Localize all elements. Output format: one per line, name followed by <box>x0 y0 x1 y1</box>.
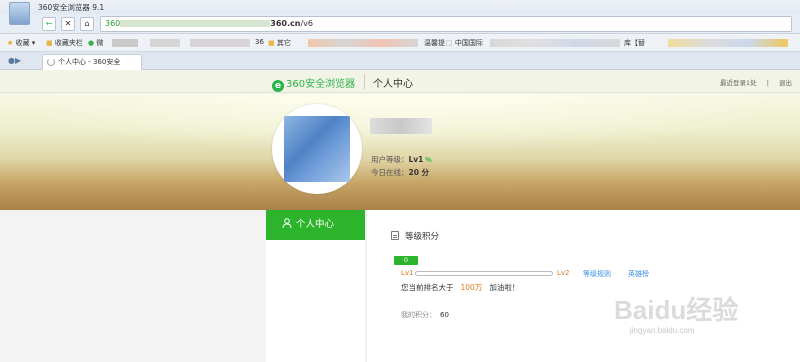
user-level: 用户等级：Lv1 <box>371 154 433 165</box>
header-title: 个人中心 <box>373 79 413 90</box>
header-account-links: 最近登录1处 | 退出 <box>712 77 792 87</box>
leaf-icon <box>425 157 433 162</box>
blurred-bookmark <box>668 39 788 47</box>
tab-nav-icon[interactable]: ●▶ <box>8 56 21 65</box>
tab-label: 个人中心 - 360安全 <box>58 58 121 66</box>
wechat-icon: ● <box>88 39 95 47</box>
home-icon: ⌂ <box>84 19 90 28</box>
site-header: e 360安全浏览器 个人中心 最近登录1处 | 退出 <box>0 70 800 93</box>
blurred-bookmark <box>308 39 418 47</box>
tab-personal-center[interactable]: 个人中心 - 360安全 <box>42 54 142 70</box>
ranking-text: 您当前排名大于 100万 加油啦！ <box>401 283 520 292</box>
section-title: 等级积分 <box>391 230 439 242</box>
bookmark-item[interactable]: □ 中国国际 <box>446 38 483 48</box>
bookmark-favorites[interactable]: ★ 收藏 ▾ <box>7 38 35 48</box>
sidebar-item-personal-center[interactable]: 个人中心 <box>266 210 365 240</box>
home-button[interactable]: ⌂ <box>80 17 94 31</box>
navigation-bar: ← ✕ ⌂ 360 360.cn/v6 <box>0 14 800 34</box>
avatar-image <box>284 116 350 182</box>
360-browser-logo-icon: e <box>272 80 284 92</box>
sidebar-menu: 个人中心 <box>266 210 365 362</box>
level-rules-link[interactable]: 等级规则 <box>583 269 611 279</box>
profile-banner: 用户等级：Lv1 今日在线：20 分 <box>0 94 800 210</box>
avatar[interactable] <box>272 104 362 194</box>
score-badge: 0 <box>394 256 418 265</box>
folder-icon: ■ <box>46 39 53 47</box>
user-icon <box>282 218 292 228</box>
bookmark-folder[interactable]: ■ 其它 <box>268 38 291 48</box>
bookmark-item[interactable]: ● 微 <box>88 38 103 48</box>
window-titlebar: 360安全浏览器 9.1 <box>0 0 800 25</box>
address-prefix: 360 <box>105 19 121 28</box>
blurred-bookmark <box>112 39 138 47</box>
blurred-bookmark <box>490 39 620 47</box>
address-path: /v6 <box>300 19 313 28</box>
current-level: Lv1 <box>401 269 414 277</box>
tab-strip: ●▶ 个人中心 - 360安全 <box>0 52 800 70</box>
stop-button[interactable]: ✕ <box>61 17 75 31</box>
page-content: e 360安全浏览器 个人中心 最近登录1处 | 退出 用户等级：Lv1 今日在线… <box>0 70 800 362</box>
bookmark-item[interactable]: 温馨提 <box>424 38 445 48</box>
blurred-url <box>120 20 271 27</box>
user-name-blurred <box>370 118 432 134</box>
address-host: 360.cn <box>270 19 301 28</box>
star-icon: ★ <box>7 39 14 47</box>
back-button[interactable]: ← <box>42 17 56 31</box>
bookmark-item[interactable]: 库【替 <box>624 38 645 48</box>
blurred-bookmark <box>190 39 250 47</box>
my-score: 我的积分： 60 <box>401 311 449 319</box>
page-icon: □ <box>446 39 453 47</box>
bookmark-folder[interactable]: ■ 收藏夹栏 <box>46 38 83 48</box>
bookmarks-bar: ★ 收藏 ▾ ■ 收藏夹栏 ● 微 36 ■ 其它 温馨提 □ 中国国际 库【替 <box>0 35 800 52</box>
address-bar[interactable]: 360 360.cn/v6 <box>100 16 792 32</box>
close-icon: ✕ <box>64 19 72 28</box>
document-icon <box>391 231 399 240</box>
level-points-panel: 等级积分 0 Lv1 Lv2 等级规则 英雄榜 您当前排名大于 100万 加油啦！ … <box>366 210 800 362</box>
loading-spinner-icon <box>47 58 55 66</box>
header-separator: | <box>766 79 769 87</box>
folder-icon: ■ <box>268 39 275 47</box>
logout-link[interactable]: 退出 <box>779 79 792 87</box>
header-divider <box>364 74 365 89</box>
next-level: Lv2 <box>557 269 570 277</box>
hero-ranking-link[interactable]: 英雄榜 <box>628 269 649 279</box>
site-logo[interactable]: e 360安全浏览器 <box>272 75 355 92</box>
blurred-bookmark <box>150 39 180 47</box>
window-title: 360安全浏览器 9.1 <box>38 3 105 12</box>
level-progress-bar <box>415 271 553 276</box>
back-arrow-icon: ← <box>45 19 53 28</box>
bookmark-item[interactable]: 36 <box>255 38 264 46</box>
browser-logo-icon <box>9 2 30 25</box>
last-login-link[interactable]: 最近登录1处 <box>720 79 757 87</box>
user-online-time: 今日在线：20 分 <box>371 168 430 177</box>
